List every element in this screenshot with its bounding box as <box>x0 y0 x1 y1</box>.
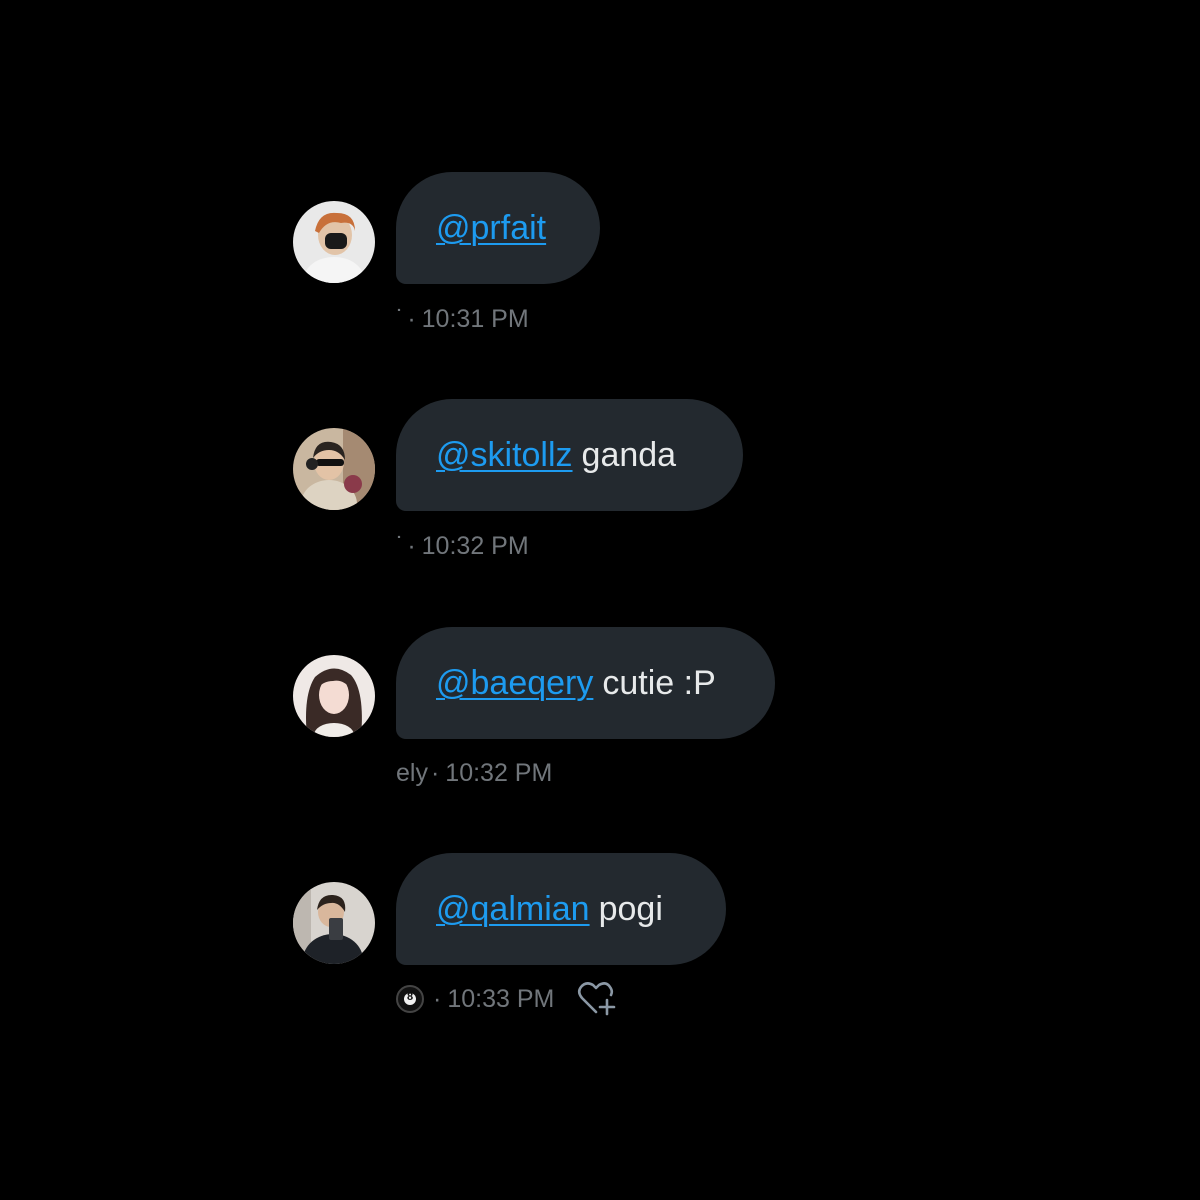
message-text: ganda <box>581 435 677 474</box>
mention-link[interactable]: @skitollz <box>436 436 573 475</box>
meta-separator: · <box>407 305 416 333</box>
message-bubble: @skitollz ganda <box>396 399 743 511</box>
meta-separator: · <box>430 759 440 787</box>
eight-ball-icon: 8 <box>396 985 424 1013</box>
message-meta: ˙ · 10:31 PM <box>396 305 529 334</box>
meta-prefix: ˙ <box>396 532 405 560</box>
heart-plus-icon[interactable] <box>576 981 616 1017</box>
avatar-image <box>293 882 375 964</box>
message-bubble: @baeqery cutie :P <box>396 627 775 739</box>
avatar[interactable] <box>293 882 375 964</box>
message-meta: ely · 10:32 PM <box>396 759 552 788</box>
meta-prefix: ˙ <box>396 305 405 333</box>
eight-ball-number: 8 <box>406 991 414 1003</box>
avatar-image <box>293 428 375 510</box>
timestamp: 10:33 PM <box>447 984 555 1013</box>
message-text: cutie :P <box>602 663 716 702</box>
message-bubble: @qalmian pogi <box>396 853 726 965</box>
message-meta: 8 · 10:33 PM <box>396 981 616 1017</box>
meta-separator: · <box>407 532 416 560</box>
meta-separator: · <box>433 984 442 1013</box>
timestamp: 10:32 PM <box>421 532 529 560</box>
message-text: pogi <box>598 889 663 928</box>
avatar-image <box>293 201 375 283</box>
avatar[interactable] <box>293 201 375 283</box>
avatar[interactable] <box>293 655 375 737</box>
meta-prefix: ely <box>396 759 428 787</box>
avatar-image <box>293 655 375 737</box>
mention-link[interactable]: @qalmian <box>436 890 590 929</box>
mention-link[interactable]: @baeqery <box>436 664 593 703</box>
timestamp: 10:31 PM <box>421 305 529 333</box>
mention-link[interactable]: @prfait <box>436 209 546 248</box>
avatar[interactable] <box>293 428 375 510</box>
timestamp: 10:32 PM <box>445 759 553 787</box>
message-bubble: @prfait <box>396 172 600 284</box>
message-meta: ˙ · 10:32 PM <box>396 532 529 561</box>
